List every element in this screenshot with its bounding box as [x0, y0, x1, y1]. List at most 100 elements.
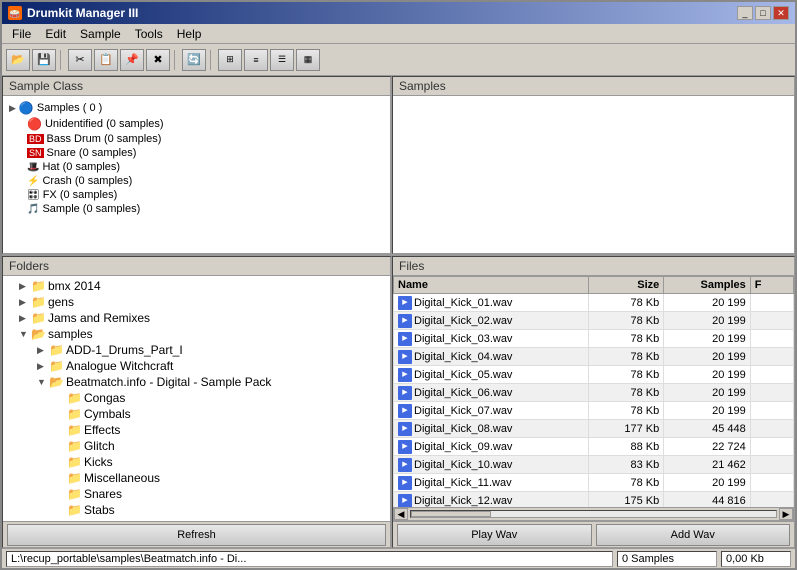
- status-path: L:\recup_portable\samples\Beatmatch.info…: [6, 551, 613, 567]
- table-row[interactable]: ▶ Digital_Kick_10.wav 83 Kb 21 462: [394, 456, 794, 474]
- col-size[interactable]: Size: [588, 277, 664, 294]
- col-f[interactable]: F: [750, 277, 793, 294]
- sample-class-unidentified[interactable]: 🔴 Unidentified (0 samples): [25, 116, 386, 132]
- h-scroll-right[interactable]: ▶: [779, 508, 793, 520]
- paste-button[interactable]: 📌: [120, 49, 144, 71]
- folder-jams[interactable]: ▶ 📁 Jams and Remixes: [5, 310, 388, 326]
- table-row[interactable]: ▶ Digital_Kick_06.wav 78 Kb 20 199: [394, 384, 794, 402]
- h-scroll-track[interactable]: [410, 510, 777, 518]
- h-scroll-thumb[interactable]: [411, 511, 491, 517]
- folder-cymbals[interactable]: 📁 Cymbals: [5, 406, 388, 422]
- wav-icon: ▶: [398, 386, 412, 400]
- col-samples[interactable]: Samples: [664, 277, 750, 294]
- minimize-button[interactable]: _: [737, 6, 753, 20]
- folder-kicks[interactable]: 📁 Kicks: [5, 454, 388, 470]
- refresh-button[interactable]: Refresh: [7, 524, 386, 546]
- folder-icon-10: 📁: [67, 423, 82, 437]
- table-row[interactable]: ▶ Digital_Kick_07.wav 78 Kb 20 199: [394, 402, 794, 420]
- file-samples-cell: 21 462: [664, 456, 750, 474]
- file-f-cell: [750, 420, 793, 438]
- menu-file[interactable]: File: [6, 26, 37, 41]
- folder-effects[interactable]: 📁 Effects: [5, 422, 388, 438]
- sample-class-hat[interactable]: 🎩 Hat (0 samples): [25, 160, 386, 174]
- menu-edit[interactable]: Edit: [39, 26, 72, 41]
- save-button[interactable]: 💾: [32, 49, 56, 71]
- folder-label-2: gens: [48, 295, 74, 309]
- samples-title: Samples: [393, 77, 794, 96]
- bass-drum-icon: BD: [27, 134, 44, 144]
- refresh-button[interactable]: 🔄: [182, 49, 206, 71]
- expand-icon-7: ▼: [37, 377, 47, 387]
- add-wav-button[interactable]: Add Wav: [596, 524, 791, 546]
- sample-class-snare[interactable]: SN Snare (0 samples): [25, 146, 386, 160]
- menu-help[interactable]: Help: [171, 26, 208, 41]
- table-row[interactable]: ▶ Digital_Kick_02.wav 78 Kb 20 199: [394, 312, 794, 330]
- folder-label-12: Kicks: [84, 455, 113, 469]
- folder-bmx2014[interactable]: ▶ 📁 bmx 2014: [5, 278, 388, 294]
- table-row[interactable]: ▶ Digital_Kick_04.wav 78 Kb 20 199: [394, 348, 794, 366]
- cut-button[interactable]: ✂: [68, 49, 92, 71]
- table-row[interactable]: ▶ Digital_Kick_03.wav 78 Kb 20 199: [394, 330, 794, 348]
- view-button-3[interactable]: ☰: [270, 49, 294, 71]
- table-row[interactable]: ▶ Digital_Kick_01.wav 78 Kb 20 199: [394, 294, 794, 312]
- expand-icon-3: ▶: [19, 313, 29, 324]
- file-f-cell: [750, 348, 793, 366]
- fx-label: FX (0 samples): [43, 189, 118, 201]
- menu-sample[interactable]: Sample: [74, 26, 127, 41]
- folder-label-4: samples: [48, 327, 93, 341]
- folder-icon-2: 📁: [31, 295, 46, 309]
- h-scrollbar[interactable]: ◀ ▶: [393, 507, 794, 521]
- folder-stabs[interactable]: 📁 Stabs: [5, 502, 388, 518]
- maximize-button[interactable]: □: [755, 6, 771, 20]
- file-f-cell: [750, 366, 793, 384]
- sample-class-title: Sample Class: [3, 77, 390, 96]
- open-button[interactable]: 📂: [6, 49, 30, 71]
- sample-class-crash[interactable]: ⚡ Crash (0 samples): [25, 174, 386, 188]
- folder-samples[interactable]: ▼ 📂 samples: [5, 326, 388, 342]
- hat-icon: 🎩: [27, 162, 39, 173]
- sample-label: Sample (0 samples): [42, 203, 140, 215]
- file-name-cell: ▶ Digital_Kick_03.wav: [394, 330, 589, 348]
- table-row[interactable]: ▶ Digital_Kick_11.wav 78 Kb 20 199: [394, 474, 794, 492]
- folder-misc[interactable]: 📁 Miscellaneous: [5, 470, 388, 486]
- folders-bottom-bar: Refresh: [3, 521, 390, 547]
- expand-icon-4: ▼: [19, 329, 29, 339]
- tree-root-item[interactable]: ▶ 🔵 Samples ( 0 ): [7, 100, 386, 116]
- file-size-cell: 78 Kb: [588, 312, 664, 330]
- sample-class-sample[interactable]: 🎵 Sample (0 samples): [25, 202, 386, 216]
- expand-icon-6: ▶: [37, 361, 47, 372]
- sample-class-fx[interactable]: 🎛 FX (0 samples): [25, 188, 386, 202]
- delete-button[interactable]: ✖: [146, 49, 170, 71]
- expand-icon-5: ▶: [37, 345, 47, 356]
- folder-add1[interactable]: ▶ 📁 ADD-1_Drums_Part_I: [5, 342, 388, 358]
- folder-beatmatch[interactable]: ▼ 📂 Beatmatch.info - Digital - Sample Pa…: [5, 374, 388, 390]
- folder-gens[interactable]: ▶ 📁 gens: [5, 294, 388, 310]
- folder-congas[interactable]: 📁 Congas: [5, 390, 388, 406]
- files-table-container[interactable]: Name Size Samples F ▶ Digital_Kick_01.wa…: [393, 276, 794, 507]
- file-samples-cell: 20 199: [664, 474, 750, 492]
- file-name-cell: ▶ Digital_Kick_02.wav: [394, 312, 589, 330]
- table-row[interactable]: ▶ Digital_Kick_08.wav 177 Kb 45 448: [394, 420, 794, 438]
- close-button[interactable]: ✕: [773, 6, 789, 20]
- copy-button[interactable]: 📋: [94, 49, 118, 71]
- folder-glitch[interactable]: 📁 Glitch: [5, 438, 388, 454]
- folder-tree[interactable]: ▶ 📁 bmx 2014 ▶ 📁 gens ▶ 📁 Jams an: [3, 276, 390, 521]
- h-scroll-left[interactable]: ◀: [394, 508, 408, 520]
- table-row[interactable]: ▶ Digital_Kick_09.wav 88 Kb 22 724: [394, 438, 794, 456]
- sample-class-bass-drum[interactable]: BD Bass Drum (0 samples): [25, 132, 386, 146]
- view-button-4[interactable]: ▦: [296, 49, 320, 71]
- view-button-1[interactable]: ⊞: [218, 49, 242, 71]
- sample-tree[interactable]: ▶ 🔵 Samples ( 0 ) 🔴 Unidentified (0 samp…: [3, 96, 390, 253]
- folder-snares[interactable]: 📁 Snares: [5, 486, 388, 502]
- folder-label-10: Effects: [84, 423, 120, 437]
- col-name[interactable]: Name: [394, 277, 589, 294]
- table-row[interactable]: ▶ Digital_Kick_05.wav 78 Kb 20 199: [394, 366, 794, 384]
- folders-panel: Folders ▶ 📁 bmx 2014 ▶ 📁 gens: [2, 256, 392, 548]
- play-wav-button[interactable]: Play Wav: [397, 524, 592, 546]
- wav-icon: ▶: [398, 458, 412, 472]
- folder-icon-3: 📁: [31, 311, 46, 325]
- table-row[interactable]: ▶ Digital_Kick_12.wav 175 Kb 44 816: [394, 492, 794, 508]
- menu-tools[interactable]: Tools: [129, 26, 169, 41]
- view-button-2[interactable]: ≡: [244, 49, 268, 71]
- folder-analogue[interactable]: ▶ 📁 Analogue Witchcraft: [5, 358, 388, 374]
